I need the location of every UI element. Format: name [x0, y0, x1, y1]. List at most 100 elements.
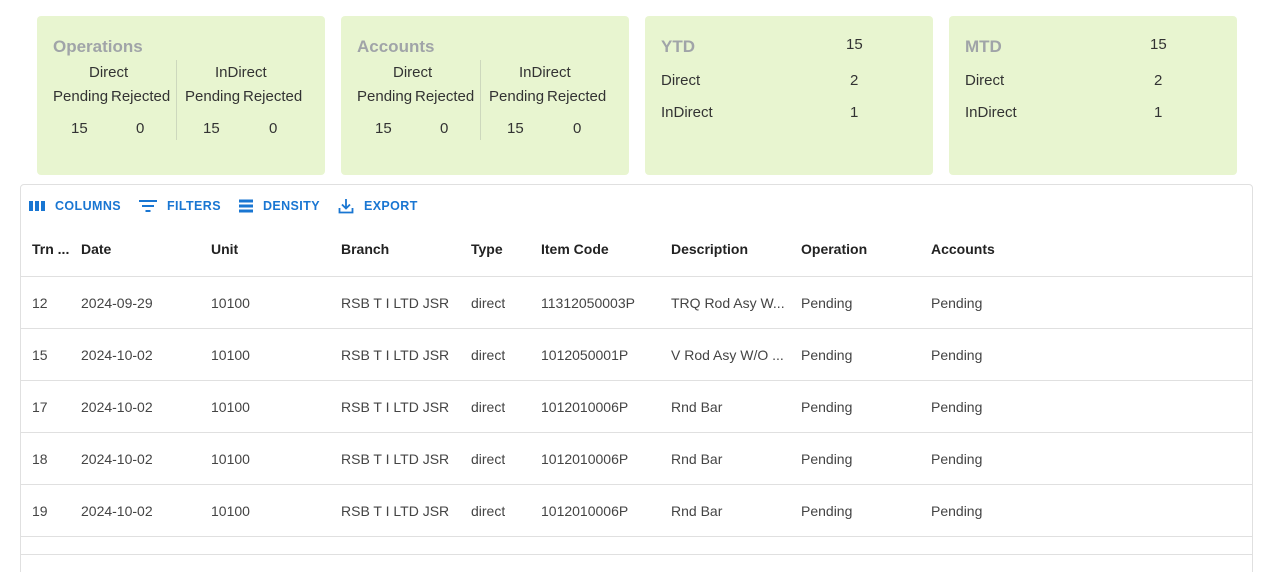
ytd-title: YTD — [661, 37, 695, 56]
cell-unit: 10100 — [211, 503, 250, 519]
cell-description: V Rod Asy W/O ... — [671, 347, 784, 363]
column-header-type[interactable]: Type — [471, 241, 503, 257]
cell-description: Rnd Bar — [671, 451, 723, 467]
table-footer-divider — [21, 537, 1252, 555]
ytd-total-value: 15 — [846, 36, 863, 53]
accounts-direct-label: Direct — [393, 64, 433, 81]
column-header-description[interactable]: Description — [671, 241, 748, 257]
ytd-indirect-value: 1 — [850, 104, 859, 121]
density-icon — [238, 199, 253, 213]
table-row[interactable]: 12 2024-09-29 10100 RSB T I LTD JSR dire… — [21, 277, 1252, 329]
cell-date: 2024-10-02 — [81, 451, 153, 467]
operations-direct-pending-label: Pending — [53, 88, 109, 105]
accounts-indirect-pending-value: 15 — [507, 120, 524, 137]
accounts-direct-pending-label: Pending — [357, 88, 413, 105]
density-button[interactable]: DENSITY — [238, 199, 320, 213]
cell-trn: 19 — [32, 503, 48, 519]
transactions-data-grid: COLUMNS FILTERS DENSITY EXPORT Trn ... D… — [20, 184, 1253, 572]
column-header-accounts[interactable]: Accounts — [931, 241, 995, 257]
cell-accounts: Pending — [931, 503, 983, 519]
cell-description: Rnd Bar — [671, 399, 723, 415]
cell-branch: RSB T I LTD JSR — [341, 295, 450, 311]
cell-date: 2024-10-02 — [81, 347, 153, 363]
column-header-trn[interactable]: Trn ... — [32, 241, 69, 257]
export-button[interactable]: EXPORT — [338, 198, 418, 214]
column-header-unit[interactable]: Unit — [211, 241, 238, 257]
table-row[interactable]: 17 2024-10-02 10100 RSB T I LTD JSR dire… — [21, 381, 1252, 433]
mtd-total-value: 15 — [1150, 36, 1167, 53]
ytd-direct-value: 2 — [850, 72, 859, 89]
operations-direct-rejected-value: 0 — [136, 120, 145, 137]
mtd-direct-label: Direct — [965, 72, 1005, 89]
cell-branch: RSB T I LTD JSR — [341, 451, 450, 467]
operations-indirect-pending-label: Pending — [185, 88, 241, 105]
cell-branch: RSB T I LTD JSR — [341, 347, 450, 363]
cell-operation: Pending — [801, 399, 853, 415]
cell-operation: Pending — [801, 295, 853, 311]
operations-summary-card: Operations Direct InDirect Pending Rejec… — [37, 16, 325, 175]
density-label: DENSITY — [262, 199, 320, 213]
accounts-direct-rejected-value: 0 — [440, 120, 449, 137]
cell-description: Rnd Bar — [671, 503, 723, 519]
cell-item-code: 1012010006P — [541, 503, 629, 519]
accounts-title: Accounts — [357, 37, 435, 56]
cell-unit: 10100 — [211, 347, 250, 363]
cell-unit: 10100 — [211, 399, 250, 415]
column-header-branch[interactable]: Branch — [341, 241, 389, 257]
table-row[interactable]: 18 2024-10-02 10100 RSB T I LTD JSR dire… — [21, 433, 1252, 485]
operations-direct-rejected-label: Rejected — [111, 88, 171, 105]
accounts-divider — [480, 60, 481, 140]
cell-item-code: 1012010006P — [541, 399, 629, 415]
table-row[interactable]: 19 2024-10-02 10100 RSB T I LTD JSR dire… — [21, 485, 1252, 537]
accounts-summary-card: Accounts Direct InDirect Pending Rejecte… — [341, 16, 629, 175]
cell-unit: 10100 — [211, 295, 250, 311]
column-header-item-code[interactable]: Item Code — [541, 241, 609, 257]
accounts-direct-rejected-label: Rejected — [415, 88, 475, 105]
cell-operation: Pending — [801, 347, 853, 363]
accounts-indirect-rejected-label: Rejected — [547, 88, 607, 105]
operations-title: Operations — [53, 37, 143, 56]
cell-branch: RSB T I LTD JSR — [341, 503, 450, 519]
cell-type: direct — [471, 451, 506, 467]
ytd-indirect-label: InDirect — [661, 104, 713, 121]
cell-item-code: 11312050003P — [541, 295, 635, 311]
mtd-indirect-value: 1 — [1154, 104, 1163, 121]
operations-divider — [176, 60, 177, 140]
cell-accounts: Pending — [931, 399, 983, 415]
column-header-operation[interactable]: Operation — [801, 241, 867, 257]
cell-item-code: 1012010006P — [541, 451, 629, 467]
columns-label: COLUMNS — [55, 199, 121, 213]
accounts-direct-pending-value: 15 — [375, 120, 392, 137]
download-icon — [338, 199, 354, 214]
ytd-direct-label: Direct — [661, 72, 701, 89]
operations-direct-pending-value: 15 — [71, 120, 88, 137]
cell-description: TRQ Rod Asy W... — [671, 295, 785, 311]
columns-icon — [29, 201, 45, 211]
column-header-date[interactable]: Date — [81, 241, 111, 257]
cell-date: 2024-10-02 — [81, 503, 153, 519]
operations-indirect-pending-value: 15 — [203, 120, 220, 137]
cell-date: 2024-10-02 — [81, 399, 153, 415]
export-label: EXPORT — [363, 199, 418, 213]
cell-accounts: Pending — [931, 451, 983, 467]
columns-button[interactable]: COLUMNS — [29, 199, 121, 213]
cell-branch: RSB T I LTD JSR — [341, 399, 450, 415]
filters-button[interactable]: FILTERS — [139, 199, 221, 213]
cell-trn: 18 — [32, 451, 48, 467]
cell-trn: 15 — [32, 347, 48, 363]
cell-type: direct — [471, 295, 506, 311]
accounts-indirect-pending-label: Pending — [489, 88, 545, 105]
cell-type: direct — [471, 503, 506, 519]
table-row[interactable]: 15 2024-10-02 10100 RSB T I LTD JSR dire… — [21, 329, 1252, 381]
cell-type: direct — [471, 399, 506, 415]
mtd-direct-value: 2 — [1154, 72, 1163, 89]
cell-date: 2024-09-29 — [81, 295, 153, 311]
operations-direct-label: Direct — [89, 64, 129, 81]
cell-operation: Pending — [801, 503, 853, 519]
cell-item-code: 1012050001P — [541, 347, 629, 363]
cell-trn: 12 — [32, 295, 48, 311]
filter-icon — [139, 200, 157, 212]
mtd-indirect-label: InDirect — [965, 104, 1017, 121]
cell-trn: 17 — [32, 399, 48, 415]
grid-toolbar: COLUMNS FILTERS DENSITY EXPORT — [29, 197, 436, 215]
